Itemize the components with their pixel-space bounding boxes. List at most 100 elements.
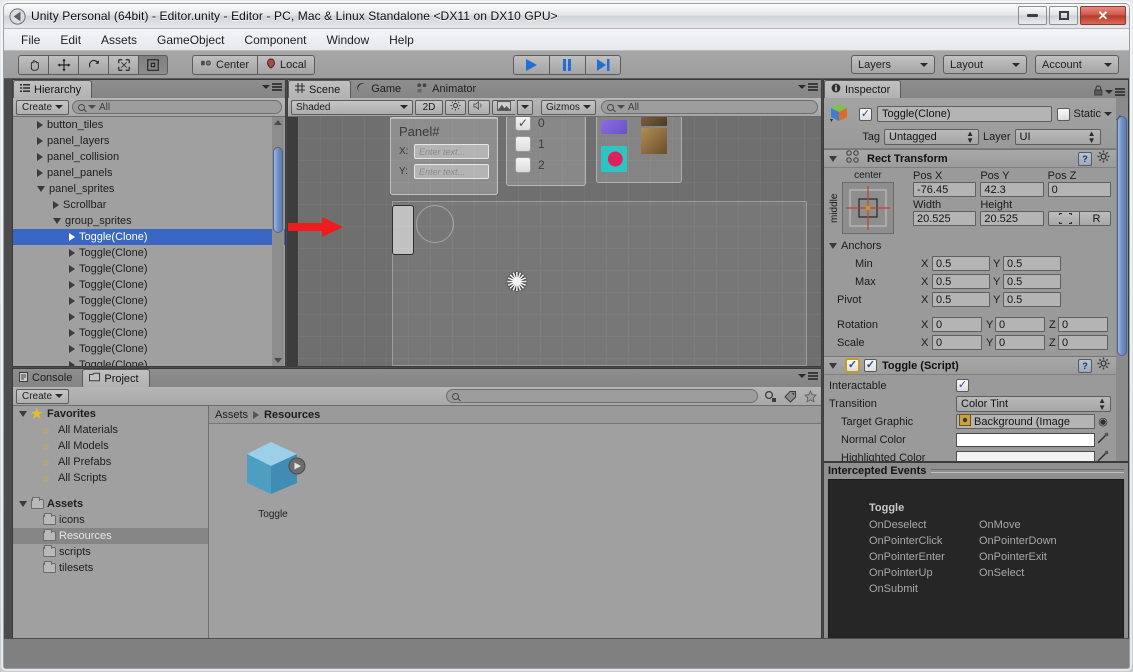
rect-transform-header[interactable]: Rect Transform ?	[824, 149, 1116, 168]
collapse-triangle-icon[interactable]	[69, 233, 75, 241]
project-tree-row[interactable]: Resources	[13, 528, 208, 544]
scene-lighting-button[interactable]	[445, 99, 466, 115]
chevron-down-icon[interactable]	[1104, 112, 1112, 116]
tab-console[interactable]: Console	[13, 369, 82, 387]
pos-x-field[interactable]: -76.45	[913, 182, 977, 197]
ui-checkbox-row[interactable]: 1	[515, 136, 585, 152]
anchor-min-x-field[interactable]: 0.5	[932, 256, 990, 271]
space-mode-button[interactable]: Local	[257, 54, 316, 75]
project-tree-row[interactable]: ⌕ All Prefabs	[13, 454, 208, 470]
menu-assets[interactable]: Assets	[92, 31, 146, 49]
filter-by-label-icon[interactable]	[782, 389, 798, 404]
hierarchy-row[interactable]: Toggle(Clone)	[13, 229, 285, 245]
scrollbar-thumb[interactable]	[1117, 116, 1127, 356]
collapse-triangle-icon[interactable]	[69, 281, 75, 289]
anchor-min-y-field[interactable]: 0.5	[1003, 256, 1061, 271]
move-tool-button[interactable]	[48, 54, 78, 75]
maximize-button[interactable]	[1049, 6, 1078, 25]
scene-options-menu[interactable]	[798, 83, 818, 91]
ui-checkbox-row[interactable]: ✓ 0	[515, 117, 585, 131]
menu-gameobject[interactable]: GameObject	[148, 31, 233, 49]
scale-y-field[interactable]: 0	[995, 335, 1045, 350]
hierarchy-row[interactable]: panel_panels	[13, 165, 285, 181]
checkbox-1-icon[interactable]	[515, 136, 531, 152]
interactable-checkbox[interactable]: ✓	[956, 379, 969, 392]
blueprint-mode-button[interactable]	[1047, 211, 1080, 226]
project-tree-row[interactable]	[13, 486, 208, 496]
pos-y-field[interactable]: 42.3	[980, 182, 1044, 197]
project-tree-row[interactable]: ⌕ All Scripts	[13, 470, 208, 486]
collapse-triangle-icon[interactable]	[69, 345, 75, 353]
anchor-max-y-field[interactable]: 0.5	[1003, 274, 1061, 289]
collapse-triangle-icon[interactable]	[69, 313, 75, 321]
help-icon[interactable]: ?	[1078, 151, 1092, 166]
tab-animator[interactable]: Animator	[411, 80, 486, 98]
eyedropper-icon[interactable]	[1095, 450, 1111, 461]
target-graphic-field[interactable]: Background (Image	[956, 414, 1095, 429]
project-tree-row[interactable]: tilesets	[13, 560, 208, 576]
scroll-down-icon[interactable]	[1124, 98, 1128, 115]
rotate-tool-button[interactable]	[78, 54, 108, 75]
collapse-triangle-icon[interactable]	[69, 329, 75, 337]
play-button[interactable]	[512, 54, 549, 75]
menu-help[interactable]: Help	[380, 31, 423, 49]
project-tree-row[interactable]: scripts	[13, 544, 208, 560]
project-options-menu[interactable]	[798, 372, 818, 380]
hierarchy-tree[interactable]: button_tiles panel_layers panel_collision p…	[13, 117, 285, 366]
project-tree-row[interactable]: ⌕ All Models	[13, 438, 208, 454]
raw-edit-button[interactable]: R	[1079, 211, 1111, 226]
object-picker-icon[interactable]: ◉	[1095, 415, 1111, 428]
expand-triangle-icon[interactable]	[19, 501, 27, 507]
hierarchy-row[interactable]: panel_sprites	[13, 181, 285, 197]
collapse-triangle-icon[interactable]	[69, 265, 75, 273]
hierarchy-row[interactable]: group_sprites	[13, 213, 285, 229]
tag-dropdown[interactable]: Untagged ▲ ▼	[884, 129, 979, 145]
expand-triangle-icon[interactable]	[19, 411, 27, 417]
checkbox-0-icon[interactable]: ✓	[515, 117, 531, 131]
hierarchy-row[interactable]: Toggle(Clone)	[13, 341, 285, 357]
collapse-triangle-icon[interactable]	[37, 153, 43, 161]
hierarchy-row[interactable]: Toggle(Clone)	[13, 261, 285, 277]
collapse-triangle-icon[interactable]	[53, 201, 59, 209]
hierarchy-row[interactable]: Toggle(Clone)	[13, 277, 285, 293]
object-name-field[interactable]: Toggle(Clone)	[877, 106, 1053, 122]
project-tree-row[interactable]: ★ Favorites	[13, 406, 208, 422]
pivot-y-field[interactable]: 0.5	[1003, 292, 1061, 307]
hierarchy-row[interactable]: Toggle(Clone)	[13, 309, 285, 325]
collapse-triangle-icon[interactable]	[69, 249, 75, 257]
breadcrumb-assets[interactable]: Assets	[215, 409, 248, 421]
y-input[interactable]: Enter text...	[414, 164, 489, 179]
expand-triangle-icon[interactable]	[53, 218, 61, 224]
asset-item-toggle[interactable]: Toggle	[235, 438, 311, 520]
hierarchy-row[interactable]: button_tiles	[13, 117, 285, 133]
layer-dropdown[interactable]: UI ▲ ▼	[1014, 129, 1101, 145]
help-icon[interactable]: ?	[1078, 358, 1092, 373]
scene-fx-button[interactable]	[492, 99, 515, 115]
project-browser[interactable]: Assets Resources Toggle	[209, 406, 821, 668]
move-gizmo-icon[interactable]: ✺	[506, 269, 528, 295]
toggle-script-header[interactable]: ✓ ✓ Toggle (Script) ?	[824, 356, 1116, 375]
layers-dropdown[interactable]: Layers	[851, 55, 935, 74]
gear-icon[interactable]	[1097, 150, 1111, 167]
ui-checkbox-row[interactable]: 2	[515, 157, 585, 173]
toggle-script-enabled-checkbox[interactable]: ✓	[864, 359, 877, 372]
scene-viewport[interactable]: Panel# X: Enter text... Y: Enter text...	[288, 117, 821, 366]
project-search-input[interactable]	[446, 389, 758, 403]
scene-canvas[interactable]: Panel# X: Enter text... Y: Enter text...	[298, 117, 821, 366]
selected-toggle-element[interactable]	[392, 205, 414, 255]
menu-file[interactable]: File	[12, 31, 49, 49]
hierarchy-scrollbar[interactable]	[272, 117, 284, 366]
static-checkbox[interactable]	[1057, 107, 1071, 121]
breadcrumb-resources[interactable]: Resources	[264, 409, 320, 421]
minimize-button[interactable]	[1018, 6, 1047, 25]
scroll-up-icon[interactable]	[274, 120, 282, 125]
project-tree-row[interactable]: ⌕ All Materials	[13, 422, 208, 438]
checkbox-2-icon[interactable]	[515, 157, 531, 173]
x-input[interactable]: Enter text...	[414, 144, 489, 159]
pause-button[interactable]	[548, 54, 585, 75]
tab-game[interactable]: Game	[351, 80, 411, 98]
hierarchy-options-menu[interactable]	[262, 83, 282, 91]
filter-by-type-icon[interactable]	[762, 389, 778, 404]
close-button[interactable]: ✕	[1080, 6, 1126, 25]
scene-search-input[interactable]: All	[600, 100, 818, 114]
